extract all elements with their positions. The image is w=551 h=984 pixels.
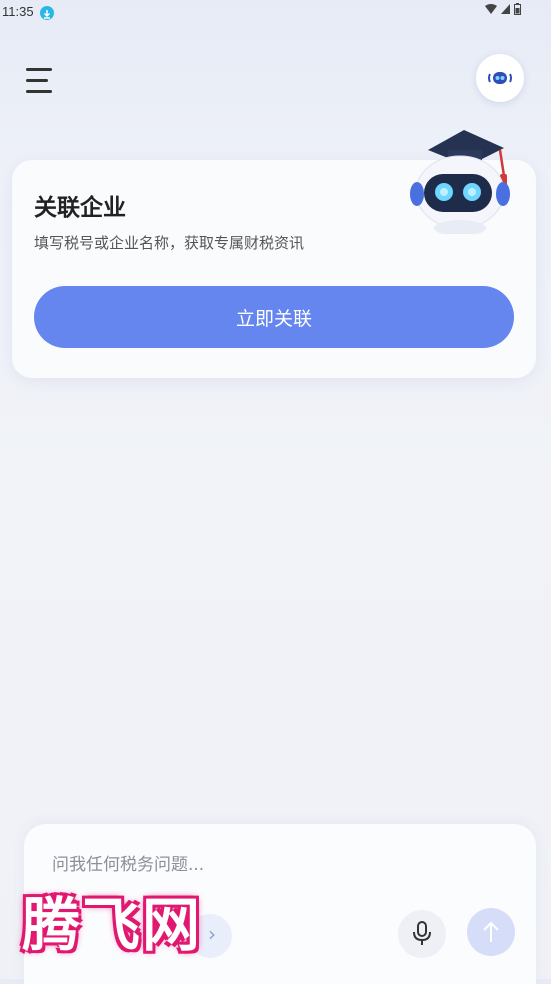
signal-icon	[501, 4, 510, 14]
watermark: 腾飞网	[10, 874, 230, 974]
microphone-icon	[413, 921, 431, 945]
voice-input-button[interactable]	[398, 910, 446, 958]
wifi-icon	[485, 4, 497, 14]
robot-mascot-icon	[410, 130, 510, 234]
send-button[interactable]	[467, 908, 515, 956]
assistant-button[interactable]	[476, 54, 524, 102]
watermark-text: 腾飞网	[22, 891, 203, 959]
card-title: 关联企业	[34, 195, 126, 221]
card-subtitle: 填写税号或企业名称，获取专属财税资讯	[34, 234, 305, 252]
link-now-button[interactable]: 立即关联	[34, 286, 514, 348]
send-arrow-icon	[483, 921, 499, 942]
download-icon	[40, 6, 54, 20]
status-time: 11:35	[2, 4, 34, 19]
status-bar: 11:35	[0, 0, 551, 24]
assistant-icon	[488, 72, 512, 84]
menu-icon[interactable]	[26, 68, 54, 94]
battery-icon	[514, 3, 521, 15]
status-icons	[485, 3, 521, 15]
question-input[interactable]: 问我任何税务问题...	[52, 850, 204, 875]
